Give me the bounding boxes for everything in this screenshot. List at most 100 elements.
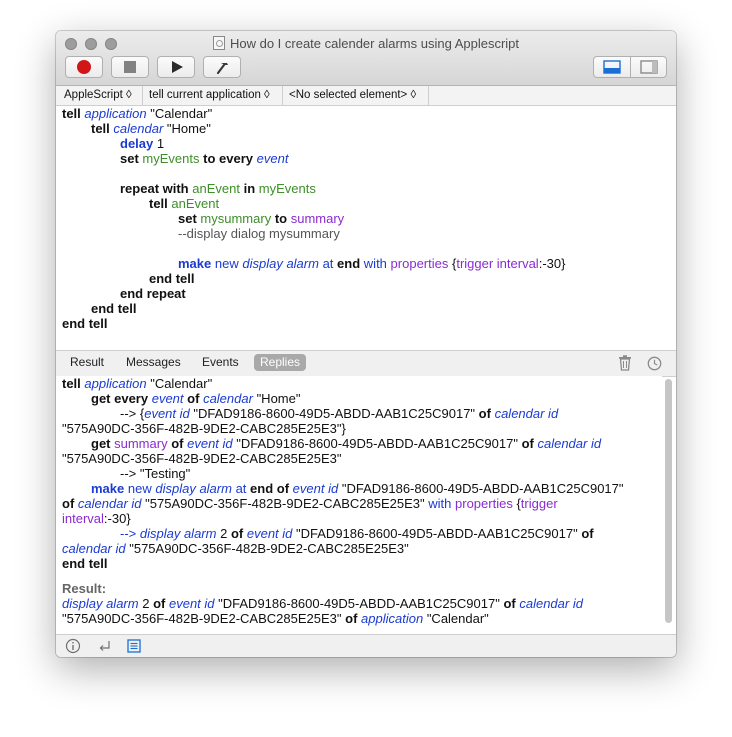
- log-line: end tell: [62, 556, 624, 571]
- record-icon: [77, 60, 91, 74]
- code-token: -->: [120, 526, 137, 541]
- code-token: --> {: [120, 406, 145, 421]
- code-token: of: [153, 596, 166, 611]
- code-token: application: [361, 611, 424, 626]
- code-token: anEvent: [171, 196, 220, 211]
- code-token: calendar: [203, 391, 253, 406]
- trash-icon[interactable]: [618, 355, 632, 371]
- bottom-panel-icon: [603, 60, 621, 74]
- log-list-icon[interactable]: [126, 638, 142, 654]
- code-token: 2: [220, 526, 228, 541]
- code-line: make new display alarm at end with prope…: [62, 256, 565, 271]
- code-token: in: [243, 181, 256, 196]
- code-token: display alarm: [62, 596, 139, 611]
- code-token: of: [478, 406, 491, 421]
- tab-events[interactable]: Events: [196, 354, 245, 371]
- show-log-button[interactable]: [594, 57, 631, 77]
- code-token: set: [120, 151, 139, 166]
- tab-messages[interactable]: Messages: [120, 354, 187, 371]
- code-token: "Calendar": [150, 106, 213, 121]
- code-token: "575A90DC-356F-482B-9DE2-CABC285E25E3": [145, 496, 425, 511]
- code-token: anEvent: [192, 181, 240, 196]
- code-token: display alarm: [242, 256, 319, 271]
- replies-log[interactable]: tell application "Calendar" get every ev…: [56, 376, 662, 633]
- code-token: get every: [91, 391, 149, 406]
- replies-scrollbar[interactable]: [664, 379, 673, 627]
- code-token: calendar id: [519, 596, 583, 611]
- run-button[interactable]: [157, 56, 195, 78]
- code-token: to every: [203, 151, 253, 166]
- code-line: set mysummary to summary: [62, 211, 565, 226]
- code-token: of: [345, 611, 358, 626]
- document-icon: [212, 36, 225, 50]
- code-token: end tell: [91, 301, 137, 316]
- code-token: calendar: [113, 121, 164, 136]
- code-token: of: [503, 596, 516, 611]
- code-token: new: [214, 256, 239, 271]
- code-token: "DFAD9186-8600-49D5-ABDD-AAB1C25C9017": [218, 596, 500, 611]
- code-line: end tell: [62, 271, 565, 286]
- code-token: tell: [62, 106, 81, 121]
- code-token: "Calendar": [150, 376, 213, 391]
- code-line: tell application "Calendar": [62, 106, 565, 121]
- code-token: event id: [246, 526, 293, 541]
- code-token: application: [84, 376, 147, 391]
- code-token: of: [187, 391, 200, 406]
- tab-result[interactable]: Result: [64, 354, 110, 371]
- code-token: trigger: [520, 496, 558, 511]
- code-token: display alarm: [155, 481, 232, 496]
- code-line: set myEvents to every event: [62, 151, 565, 166]
- info-icon[interactable]: [65, 638, 81, 654]
- code-token: calendar id: [77, 496, 142, 511]
- result-line: display alarm 2 of event id "DFAD9186-86…: [62, 596, 624, 611]
- compile-button[interactable]: [203, 56, 241, 78]
- code-token: end tell: [62, 556, 108, 571]
- log-line: of calendar id "575A90DC-356F-482B-9DE2-…: [62, 496, 624, 511]
- clock-icon[interactable]: [647, 356, 662, 371]
- code-token: calendar id: [62, 541, 126, 556]
- log-line: calendar id "575A90DC-356F-482B-9DE2-CAB…: [62, 541, 624, 556]
- code-line: tell calendar "Home": [62, 121, 565, 136]
- scrollbar-thumb[interactable]: [665, 379, 672, 623]
- code-token: :-30}: [103, 511, 131, 526]
- show-inspector-button[interactable]: [631, 57, 667, 77]
- window-title: How do I create calender alarms using Ap…: [229, 36, 520, 51]
- code-token: --> "Testing": [120, 466, 191, 481]
- side-panel-icon: [640, 60, 658, 74]
- return-icon[interactable]: [97, 638, 113, 654]
- code-token: myEvents: [258, 181, 316, 196]
- code-token: display alarm: [139, 526, 217, 541]
- code-token: "DFAD9186-8600-49D5-ABDD-AAB1C25C9017": [341, 481, 624, 496]
- target-selector[interactable]: tell current application ◊: [149, 86, 270, 105]
- language-selector[interactable]: AppleScript ◊: [64, 86, 132, 105]
- view-toggle-group: [593, 56, 667, 78]
- code-token: calendar id: [537, 436, 602, 451]
- code-token: calendar id: [494, 406, 559, 421]
- code-token: myEvents: [142, 151, 200, 166]
- stop-button[interactable]: [111, 56, 149, 78]
- code-token: "Calendar": [426, 611, 489, 626]
- code-token: of: [62, 496, 75, 511]
- code-comment: --display dialog mysummary: [178, 226, 340, 241]
- script-editor[interactable]: tell application "Calendar" tell calenda…: [56, 106, 662, 350]
- result-label-line: Result:: [62, 581, 624, 596]
- title-bar[interactable]: How do I create calender alarms using Ap…: [56, 31, 676, 86]
- code-token: event: [256, 151, 289, 166]
- record-button[interactable]: [65, 56, 103, 78]
- code-token: 1: [156, 136, 165, 151]
- code-token: of: [230, 526, 244, 541]
- code-token: "575A90DC-356F-482B-9DE2-CABC285E25E3"}: [62, 421, 346, 436]
- window-title-container: How do I create calender alarms using Ap…: [56, 36, 676, 52]
- element-selector[interactable]: <No selected element> ◊: [289, 86, 416, 105]
- log-line: --> display alarm 2 of event id "DFAD918…: [62, 526, 624, 541]
- log-line: interval:-30}: [62, 511, 624, 526]
- tab-replies[interactable]: Replies: [254, 354, 307, 371]
- code-token: "Home": [166, 121, 211, 136]
- log-line: "575A90DC-356F-482B-9DE2-CABC285E25E3"}: [62, 421, 624, 436]
- log-line: get summary of event id "DFAD9186-8600-4…: [62, 436, 624, 451]
- code-token: "Home": [256, 391, 301, 406]
- hammer-icon: [216, 63, 228, 75]
- code-line: --display dialog mysummary: [62, 226, 565, 241]
